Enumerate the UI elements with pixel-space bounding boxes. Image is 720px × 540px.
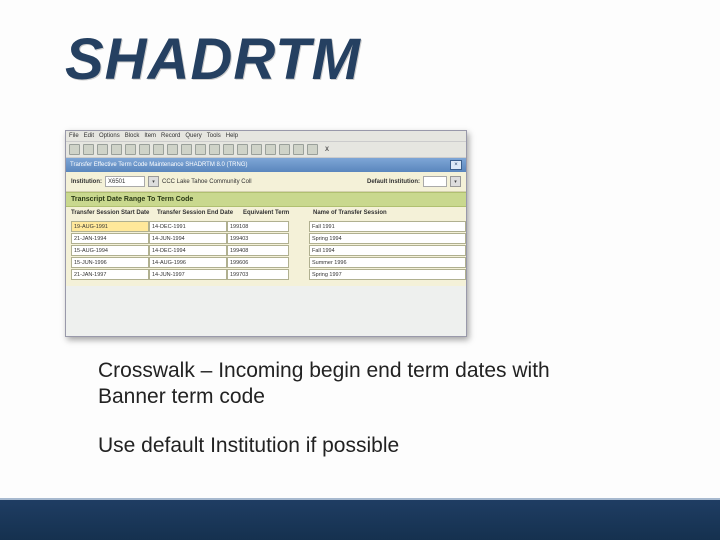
menu-query[interactable]: Query [185,133,201,139]
table-row[interactable]: 19-AUG-1991 14-DEC-1991 199108 Fall 1991 [71,221,466,232]
menu-bar: File Edit Options Block Item Record Quer… [66,131,466,142]
cell-start[interactable]: 15-JUN-1996 [71,257,149,268]
menu-file[interactable]: File [69,133,79,139]
toolbar-button[interactable] [83,144,94,155]
data-grid: 19-AUG-1991 14-DEC-1991 199108 Fall 1991… [66,219,466,286]
col-start-date: Transfer Session Start Date [71,210,157,216]
body-paragraph-1: Crosswalk – Incoming begin end term date… [98,358,620,411]
cell-name[interactable]: Fall 1994 [309,245,466,256]
cell-end[interactable]: 14-JUN-1997 [149,269,227,280]
default-institution-dropdown-icon[interactable]: ▾ [450,176,461,187]
menu-block[interactable]: Block [125,133,140,139]
window-title-bar: Transfer Effective Term Code Maintenance… [66,158,466,172]
institution-row: Institution: X6501 ▾ CCC Lake Tahoe Comm… [66,172,466,192]
default-institution-input[interactable] [423,176,447,187]
cell-term[interactable]: 199408 [227,245,289,256]
toolbar-button[interactable] [223,144,234,155]
table-row[interactable]: 21-JAN-1994 14-JUN-1994 199403 Spring 19… [71,233,466,244]
toolbar-button[interactable] [195,144,206,155]
toolbar-button[interactable] [237,144,248,155]
menu-item[interactable]: Item [144,133,156,139]
footer-bar [0,500,720,540]
cell-term[interactable]: 199703 [227,269,289,280]
cell-term[interactable]: 199108 [227,221,289,232]
grid-header: Transfer Session Start Date Transfer Ses… [66,207,466,219]
cell-term[interactable]: 199606 [227,257,289,268]
section-header: Transcript Date Range To Term Code [66,192,466,207]
cell-start[interactable]: 21-JAN-1994 [71,233,149,244]
toolbar-button[interactable] [111,144,122,155]
cell-name[interactable]: Fall 1991 [309,221,466,232]
cell-start[interactable]: 21-JAN-1997 [71,269,149,280]
col-equivalent-term: Equivalent Term [243,210,313,216]
table-row[interactable]: 21-JAN-1997 14-JUN-1997 199703 Spring 19… [71,269,466,280]
menu-options[interactable]: Options [99,133,120,139]
cell-end[interactable]: 14-DEC-1991 [149,221,227,232]
cell-name[interactable]: Spring 1994 [309,233,466,244]
cell-start[interactable]: 19-AUG-1991 [71,221,149,232]
institution-input[interactable]: X6501 [105,176,145,187]
default-institution-label: Default Institution: [367,179,420,185]
toolbar-button[interactable] [265,144,276,155]
toolbar-button[interactable] [293,144,304,155]
toolbar-button[interactable] [307,144,318,155]
window-title: Transfer Effective Term Code Maintenance… [70,162,248,168]
institution-dropdown-icon[interactable]: ▾ [148,176,159,187]
cell-term[interactable]: 199403 [227,233,289,244]
toolbar-button[interactable] [125,144,136,155]
toolbar: X [66,142,466,158]
window-close-button[interactable]: × [450,160,462,170]
toolbar-button[interactable] [279,144,290,155]
toolbar-button[interactable] [69,144,80,155]
col-session-name: Name of Transfer Session [313,210,466,216]
toolbar-button[interactable] [251,144,262,155]
toolbar-x-label: X [325,147,329,153]
cell-end[interactable]: 14-AUG-1996 [149,257,227,268]
toolbar-button[interactable] [97,144,108,155]
table-row[interactable]: 15-JUN-1996 14-AUG-1996 199606 Summer 19… [71,257,466,268]
cell-end[interactable]: 14-DEC-1994 [149,245,227,256]
toolbar-button[interactable] [139,144,150,155]
toolbar-button[interactable] [181,144,192,155]
institution-description: CCC Lake Tahoe Community Coll [162,179,252,185]
menu-tools[interactable]: Tools [207,133,221,139]
menu-help[interactable]: Help [226,133,238,139]
body-paragraph-2: Use default Institution if possible [98,433,620,459]
body-text: Crosswalk – Incoming begin end term date… [98,358,620,481]
toolbar-button[interactable] [153,144,164,155]
cell-end[interactable]: 14-JUN-1994 [149,233,227,244]
toolbar-button[interactable] [167,144,178,155]
institution-label: Institution: [71,179,102,185]
cell-name[interactable]: Spring 1997 [309,269,466,280]
toolbar-button[interactable] [209,144,220,155]
menu-record[interactable]: Record [161,133,180,139]
table-row[interactable]: 15-AUG-1994 14-DEC-1994 199408 Fall 1994 [71,245,466,256]
cell-start[interactable]: 15-AUG-1994 [71,245,149,256]
col-end-date: Transfer Session End Date [157,210,243,216]
app-screenshot: File Edit Options Block Item Record Quer… [65,130,467,337]
slide-title: SHADRTM [65,26,361,93]
cell-name[interactable]: Summer 1996 [309,257,466,268]
menu-edit[interactable]: Edit [84,133,94,139]
